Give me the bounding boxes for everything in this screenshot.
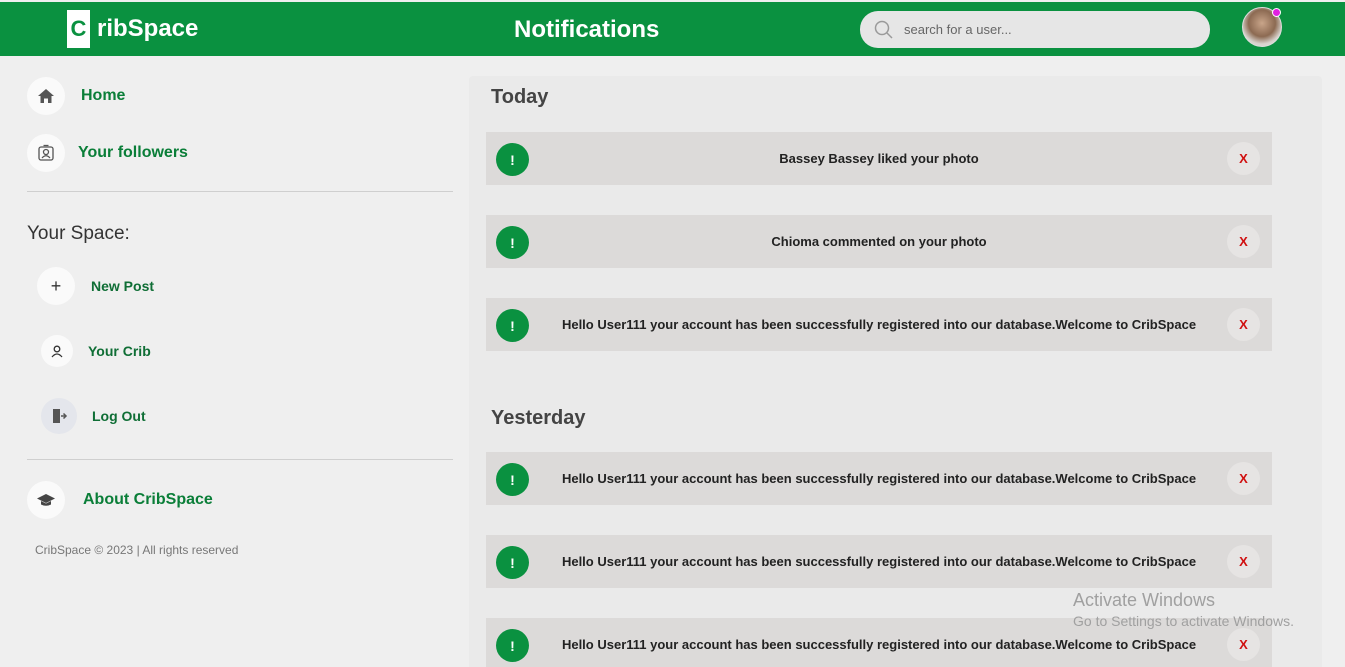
- notification-text: Hello User111 your account has been succ…: [561, 471, 1197, 486]
- page-title: Notifications: [514, 16, 660, 43]
- your-space-heading: Your Space:: [27, 223, 130, 244]
- watermark-subtitle: Go to Settings to activate Windows.: [1073, 613, 1294, 629]
- home-icon: [27, 77, 65, 115]
- sidebar-item-home[interactable]: Home: [27, 77, 125, 115]
- online-status-dot: [1272, 8, 1281, 17]
- copyright-footer: CribSpace © 2023 | All rights reserved: [35, 543, 239, 557]
- notification-text: Chioma commented on your photo: [771, 234, 987, 249]
- notification-text: Hello User111 your account has been succ…: [561, 554, 1197, 569]
- sidebar-item-about[interactable]: About CribSpace: [27, 481, 213, 519]
- close-button[interactable]: X: [1227, 462, 1260, 495]
- notification-item[interactable]: ! Bassey Bassey liked your photo X: [486, 132, 1272, 185]
- logo[interactable]: C ribSpace: [67, 10, 198, 48]
- notification-item[interactable]: ! Chioma commented on your photo X: [486, 215, 1272, 268]
- sidebar-log-out-label: Log Out: [92, 408, 146, 424]
- user-icon: [41, 335, 73, 367]
- yesterday-heading: Yesterday: [491, 407, 586, 429]
- top-bar: C ribSpace Notifications: [0, 2, 1345, 56]
- notification-item[interactable]: ! Hello User111 your account has been su…: [486, 298, 1272, 351]
- close-button[interactable]: X: [1227, 628, 1260, 661]
- alert-icon: !: [496, 309, 529, 342]
- notification-text: Bassey Bassey liked your photo: [779, 151, 979, 166]
- notification-item[interactable]: ! Hello User111 your account has been su…: [486, 452, 1272, 505]
- close-button[interactable]: X: [1227, 308, 1260, 341]
- search-icon: [874, 20, 893, 39]
- sidebar-item-your-crib[interactable]: Your Crib: [41, 335, 151, 367]
- logo-text: ribSpace: [97, 15, 199, 42]
- sidebar-your-crib-label: Your Crib: [88, 343, 151, 359]
- sidebar-divider: [27, 191, 453, 192]
- alert-icon: !: [496, 143, 529, 176]
- alert-icon: !: [496, 629, 529, 662]
- sidebar-followers-label: Your followers: [78, 144, 188, 161]
- sidebar-item-new-post[interactable]: + New Post: [37, 267, 154, 305]
- plus-icon: +: [37, 267, 75, 305]
- close-button[interactable]: X: [1227, 545, 1260, 578]
- alert-icon: !: [496, 546, 529, 579]
- sidebar-home-label: Home: [81, 87, 126, 104]
- alert-icon: !: [496, 226, 529, 259]
- notification-item[interactable]: ! Hello User111 your account has been su…: [486, 535, 1272, 588]
- sidebar-item-followers[interactable]: Your followers: [27, 134, 188, 172]
- sidebar-item-log-out[interactable]: Log Out: [41, 398, 146, 434]
- followers-icon: [27, 134, 65, 172]
- graduation-cap-icon: [27, 481, 65, 519]
- today-heading: Today: [491, 86, 549, 108]
- sidebar-new-post-label: New Post: [91, 278, 155, 294]
- logout-icon: [41, 398, 77, 434]
- sidebar-divider-2: [27, 459, 453, 460]
- search-bar[interactable]: [860, 11, 1210, 48]
- logo-initial: C: [67, 10, 90, 48]
- watermark-title: Activate Windows: [1073, 590, 1216, 610]
- notification-text: Hello User111 your account has been succ…: [561, 317, 1197, 332]
- close-button[interactable]: X: [1227, 225, 1260, 258]
- search-input[interactable]: [904, 22, 1184, 37]
- close-button[interactable]: X: [1227, 142, 1260, 175]
- alert-icon: !: [496, 463, 529, 496]
- activate-windows-watermark: Activate Windows Go to Settings to activ…: [1073, 590, 1294, 629]
- sidebar-about-label: About CribSpace: [83, 491, 213, 508]
